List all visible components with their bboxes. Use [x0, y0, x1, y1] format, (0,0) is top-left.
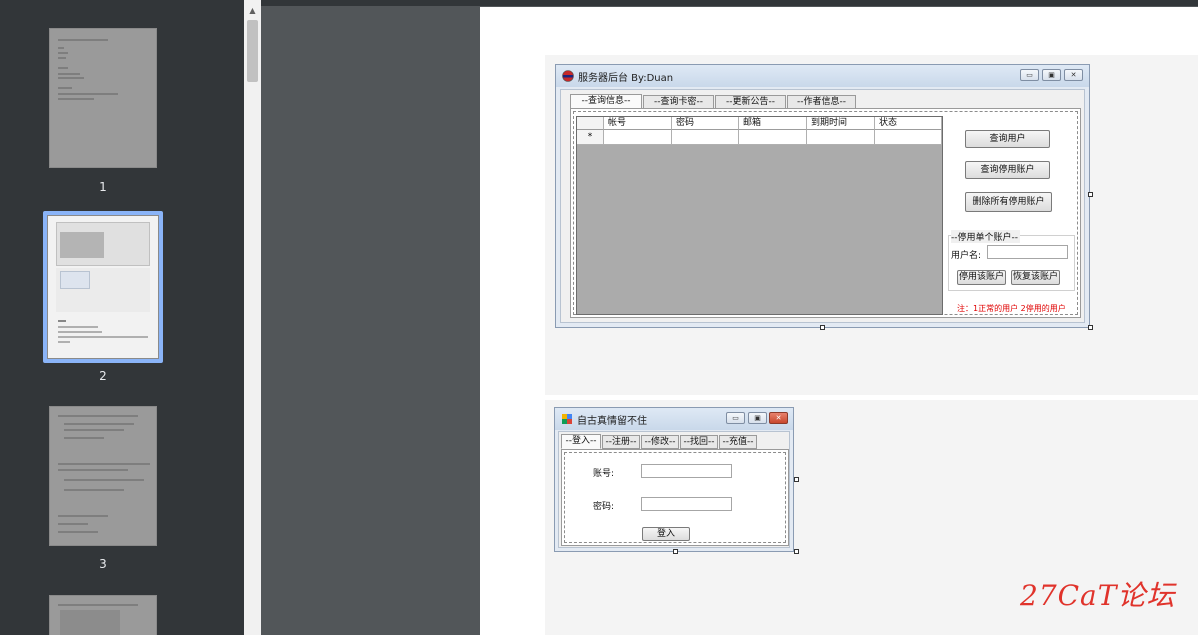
resize-handle[interactable]	[673, 549, 678, 554]
status-note: 注：1正常的用户 2停用的用户	[957, 304, 1066, 313]
maximize-icon[interactable]: ▣	[748, 412, 767, 424]
scrollbar-thumb[interactable]	[247, 20, 258, 82]
column-header-expiry[interactable]: 到期时间	[807, 117, 875, 130]
column-header-password[interactable]: 密码	[672, 117, 739, 130]
page-number-3: 3	[99, 557, 107, 571]
page-number-1: 1	[99, 180, 107, 194]
tab-recharge[interactable]: --充值--	[719, 435, 757, 449]
new-row-asterisk: *	[587, 132, 593, 142]
account-label: 账号:	[593, 469, 615, 479]
page-number-2: 2	[99, 369, 107, 383]
app-icon	[562, 70, 574, 82]
page-thumbnail-3[interactable]	[49, 406, 157, 546]
resize-handle[interactable]	[794, 477, 799, 482]
window-titlebar: 自古真情留不住 ▭ ▣ ✕	[555, 408, 793, 430]
column-header-email[interactable]: 邮箱	[739, 117, 807, 130]
query-users-button[interactable]: 查询用户	[965, 130, 1050, 148]
login-window: 自古真情留不住 ▭ ▣ ✕ --登入-- --注册-- --修改-- --找回-…	[554, 407, 794, 552]
server-admin-window: 服务器后台 By:Duan ▭ ▣ ✕ --查询信息-- --查询卡密-- --…	[555, 64, 1090, 328]
query-disabled-accounts-button[interactable]: 查询停用账户	[965, 161, 1050, 179]
tab-register[interactable]: --注册--	[602, 435, 640, 449]
tab-recover[interactable]: --找回--	[680, 435, 718, 449]
grid-cell[interactable]	[739, 130, 807, 145]
grid-new-row-marker[interactable]: *	[577, 130, 604, 145]
close-icon[interactable]: ✕	[769, 412, 788, 424]
sidebar-scrollbar[interactable]: ▲	[244, 0, 261, 635]
grid-cell[interactable]	[807, 130, 875, 145]
page-thumbnail-2[interactable]	[47, 215, 159, 359]
tab-author-info[interactable]: --作者信息--	[787, 95, 856, 109]
document-page: 服务器后台 By:Duan ▭ ▣ ✕ --查询信息-- --查询卡密-- --…	[480, 7, 1198, 635]
login-button[interactable]: 登入	[642, 527, 690, 541]
page-thumbnail-4[interactable]	[49, 595, 157, 635]
close-icon[interactable]: ✕	[1064, 69, 1083, 81]
screenshot-image-1: 服务器后台 By:Duan ▭ ▣ ✕ --查询信息-- --查询卡密-- --…	[545, 55, 1198, 395]
maximize-icon[interactable]: ▣	[1042, 69, 1061, 81]
window-client-area: --查询信息-- --查询卡密-- --更新公告-- --作者信息-- 帐号 密…	[560, 89, 1085, 323]
window-titlebar: 服务器后台 By:Duan ▭ ▣ ✕	[556, 65, 1089, 87]
scroll-up-arrow-icon[interactable]: ▲	[244, 4, 261, 18]
grid-cell[interactable]	[875, 130, 942, 145]
viewer-toolbar-edge	[261, 0, 1198, 6]
resize-handle[interactable]	[1088, 325, 1093, 330]
window-title: 自古真情留不住	[577, 416, 647, 427]
tab-update-notice[interactable]: --更新公告--	[715, 95, 786, 109]
column-header-account[interactable]: 帐号	[604, 117, 672, 130]
password-label: 密码:	[593, 502, 615, 512]
restore-account-button[interactable]: 恢复该账户	[1011, 270, 1060, 285]
forum-watermark: 27CaT论坛	[1020, 579, 1176, 612]
account-input[interactable]	[641, 464, 732, 478]
thumbnail-sidebar: 1 2 3	[0, 0, 244, 635]
grid-cell[interactable]	[672, 130, 739, 145]
delete-disabled-accounts-button[interactable]: 删除所有停用账户	[965, 192, 1052, 212]
window-client-area: --登入-- --注册-- --修改-- --找回-- --充值-- 账号: 密…	[558, 431, 790, 548]
resize-handle[interactable]	[1088, 192, 1093, 197]
tab-query-card[interactable]: --查询卡密--	[643, 95, 714, 109]
tab-query-info[interactable]: --查询信息--	[570, 94, 642, 109]
grid-row-header	[577, 117, 604, 130]
page-thumbnail-1[interactable]	[49, 28, 157, 168]
disable-account-button[interactable]: 停用该账户	[957, 270, 1006, 285]
window-title: 服务器后台 By:Duan	[578, 73, 674, 84]
tab-modify[interactable]: --修改--	[641, 435, 679, 449]
app-icon	[562, 414, 572, 424]
resize-handle[interactable]	[820, 325, 825, 330]
password-input[interactable]	[641, 497, 732, 511]
tab-login[interactable]: --登入--	[561, 434, 601, 449]
minimize-icon[interactable]: ▭	[1020, 69, 1039, 81]
column-header-status[interactable]: 状态	[875, 117, 942, 130]
minimize-icon[interactable]: ▭	[726, 412, 745, 424]
disable-account-group-title: --停用单个账户--	[951, 230, 1020, 243]
grid-cell[interactable]	[604, 130, 672, 145]
resize-handle[interactable]	[794, 549, 799, 554]
username-input[interactable]	[987, 245, 1068, 259]
username-label: 用户名:	[951, 251, 982, 261]
users-data-grid[interactable]: 帐号 密码 邮箱 到期时间 状态 *	[576, 116, 943, 315]
